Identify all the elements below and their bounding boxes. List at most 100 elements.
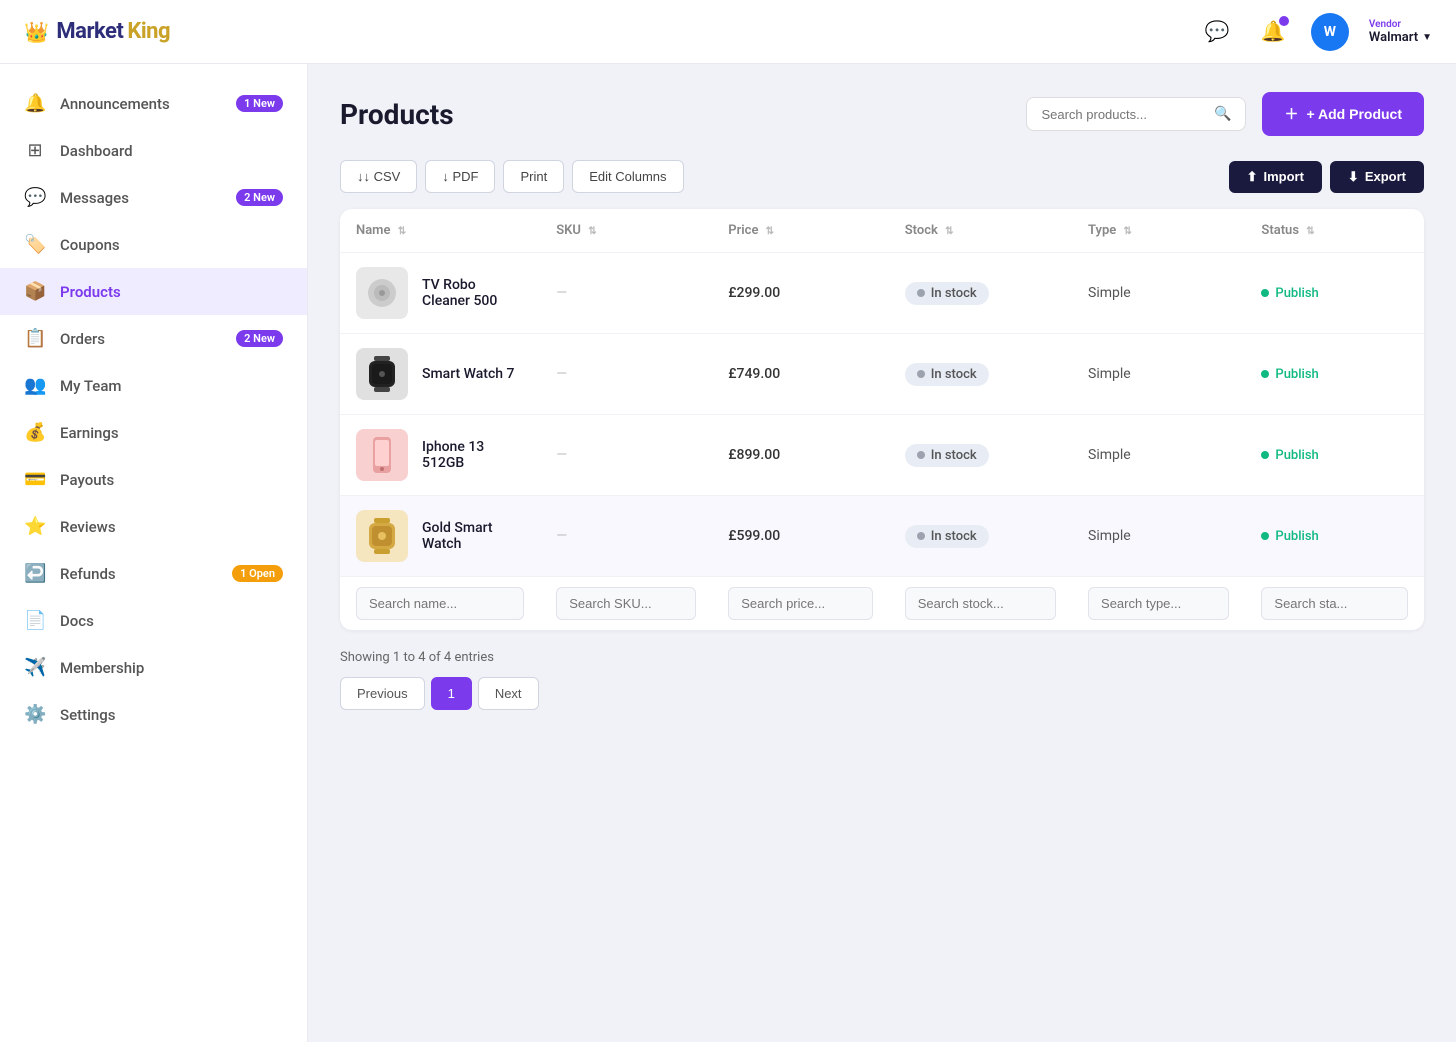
status-dot [1261,289,1269,297]
logo: 👑 MarketKing [24,19,170,44]
product-name-cell: Iphone 13 512GB [340,415,540,496]
product-name-cell: Smart Watch 7 [340,334,540,415]
export-button[interactable]: ⬇ Export [1330,161,1424,193]
pagination: Previous 1 Next [340,677,1424,710]
product-status-cell: Publish [1245,334,1424,415]
product-type: Simple [1088,447,1131,463]
settings-icon: ⚙️ [24,704,46,725]
product-type-cell: Simple [1072,253,1245,334]
logo-king: King [127,19,170,44]
sidebar-item-dashboard[interactable]: ⊞ Dashboard [0,127,307,174]
dashboard-icon: ⊞ [24,140,46,161]
logo-crown: 👑 [24,20,48,44]
product-name: TV Robo Cleaner 500 [422,277,524,309]
stock-badge: In stock [905,363,989,386]
product-image [356,267,408,319]
sidebar-item-orders[interactable]: 📋 Orders 2 New [0,315,307,362]
sidebar-item-products[interactable]: 📦 Products [0,268,307,315]
sidebar-item-announcements[interactable]: 🔔 Announcements 1 New [0,80,307,127]
product-price-cell: £599.00 [712,496,888,577]
toolbar-left: ↓ ↓ CSV ↓ PDF Print Edit Columns [340,160,684,193]
showing-text: Showing 1 to 4 of 4 entries [340,650,1424,665]
search-name-input[interactable] [356,587,524,620]
column-name[interactable]: Name ⇅ [340,209,540,253]
search-products-container: 🔍 [1026,97,1246,131]
sidebar-item-label: Refunds [60,565,218,583]
column-status[interactable]: Status ⇅ [1245,209,1424,253]
vendor-info[interactable]: Vendor Walmart ▼ [1369,19,1432,45]
product-status-cell: Publish [1245,496,1424,577]
sidebar-item-label: Settings [60,706,283,724]
logo-market: Market [56,19,123,44]
search-stock-input[interactable] [905,587,1056,620]
page-header: Products 🔍 ＋ + Add Product [340,92,1424,136]
search-status-input[interactable] [1261,587,1408,620]
table-row[interactable]: Iphone 13 512GB — £899.00 In stock Simpl… [340,415,1424,496]
chat-button[interactable]: 💬 [1199,14,1235,50]
search-row [340,577,1424,631]
sidebar-item-label: Announcements [60,95,222,113]
next-page-button[interactable]: Next [478,677,539,710]
sidebar-item-myteam[interactable]: 👥 My Team [0,362,307,409]
announcements-badge: 1 New [236,95,283,112]
page-title: Products [340,98,454,131]
sidebar-item-refunds[interactable]: ↩️ Refunds 1 Open [0,550,307,597]
search-price-cell [712,577,888,631]
table-row[interactable]: TV Robo Cleaner 500 — £299.00 In stock S… [340,253,1424,334]
sidebar-item-label: Payouts [60,471,283,489]
table-header: Name ⇅ SKU ⇅ Price ⇅ Stock ⇅ Type ⇅ [340,209,1424,253]
sidebar-item-reviews[interactable]: ⭐ Reviews [0,503,307,550]
search-type-cell [1072,577,1245,631]
sidebar-item-docs[interactable]: 📄 Docs [0,597,307,644]
sidebar: 🔔 Announcements 1 New ⊞ Dashboard 💬 Mess… [0,64,308,1042]
product-stock-cell: In stock [889,253,1072,334]
sort-icon: ⇅ [1306,226,1314,237]
search-products-input[interactable] [1041,107,1206,122]
stock-label: In stock [931,448,977,463]
column-type[interactable]: Type ⇅ [1072,209,1245,253]
search-sku-input[interactable] [556,587,696,620]
stock-badge: In stock [905,444,989,467]
stock-dot [917,370,925,378]
product-price: £299.00 [728,285,780,301]
status-badge: Publish [1261,529,1318,544]
product-sku: — [556,447,567,463]
column-sku[interactable]: SKU ⇅ [540,209,712,253]
table-row[interactable]: Smart Watch 7 — £749.00 In stock Simple [340,334,1424,415]
add-product-button[interactable]: ＋ + Add Product [1262,92,1424,136]
page-1-button[interactable]: 1 [431,677,472,710]
product-price-cell: £749.00 [712,334,888,415]
column-stock[interactable]: Stock ⇅ [889,209,1072,253]
stock-badge: In stock [905,525,989,548]
sidebar-item-settings[interactable]: ⚙️ Settings [0,691,307,738]
sort-icon: ⇅ [766,226,774,237]
sort-icon: ⇅ [588,226,596,237]
sidebar-item-messages[interactable]: 💬 Messages 2 New [0,174,307,221]
sidebar-item-membership[interactable]: ✈️ Membership [0,644,307,691]
coupons-icon: 🏷️ [24,234,46,255]
sidebar-item-label: Orders [60,330,222,348]
sidebar-item-earnings[interactable]: 💰 Earnings [0,409,307,456]
status-badge: Publish [1261,286,1318,301]
csv-button[interactable]: ↓ ↓ CSV [340,160,417,193]
notifications-button[interactable]: 🔔 [1255,14,1291,50]
column-price[interactable]: Price ⇅ [712,209,888,253]
previous-page-button[interactable]: Previous [340,677,425,710]
status-badge: Publish [1261,367,1318,382]
sidebar-item-payouts[interactable]: 💳 Payouts [0,456,307,503]
table-row[interactable]: Gold Smart Watch — £599.00 In stock Simp… [340,496,1424,577]
product-type-cell: Simple [1072,334,1245,415]
product-type: Simple [1088,366,1131,382]
orders-icon: 📋 [24,328,46,349]
import-button[interactable]: ⬆ Import [1229,161,1322,193]
pdf-button[interactable]: ↓ PDF [425,160,495,193]
search-type-input[interactable] [1088,587,1229,620]
edit-columns-button[interactable]: Edit Columns [572,160,683,193]
search-price-input[interactable] [728,587,872,620]
print-button[interactable]: Print [503,160,564,193]
avatar[interactable]: W [1311,13,1349,51]
sidebar-item-label: Products [60,283,283,301]
product-image [356,348,408,400]
product-type-cell: Simple [1072,415,1245,496]
sidebar-item-coupons[interactable]: 🏷️ Coupons [0,221,307,268]
